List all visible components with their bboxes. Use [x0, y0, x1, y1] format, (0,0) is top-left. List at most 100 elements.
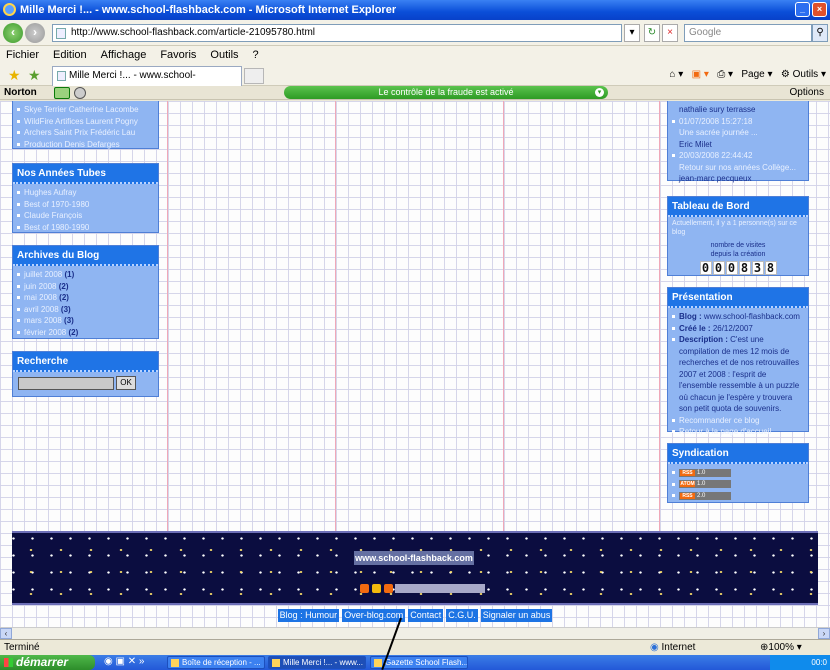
menu-help[interactable]: ? [253, 46, 259, 64]
window-title: Mille Merci !... - www.school-flashback.… [20, 4, 397, 16]
scroll-right-arrow-icon[interactable]: › [818, 628, 830, 639]
close-button[interactable]: × [812, 2, 827, 17]
left-link[interactable]: Skye Terrier Catherine Lacombe [16, 104, 155, 116]
address-field[interactable]: http://www.school-flashback.com/article-… [52, 24, 622, 42]
window-titlebar: Mille Merci !... - www.school-flashback.… [0, 0, 830, 20]
archive-item[interactable]: février 2008 (2) [16, 327, 155, 339]
footer-link-category[interactable]: Blog : Humour [277, 609, 340, 622]
archive-item[interactable]: juin 2008 (2) [16, 281, 155, 293]
page-menu[interactable]: Page ▾ [741, 69, 772, 80]
footer-link-overblog[interactable]: Over-blog.com [342, 609, 406, 622]
refresh-icon[interactable]: ↻ [644, 24, 660, 42]
archive-month: avril 2008 [24, 304, 59, 314]
tubes-link[interactable]: Best of 1970-1980 [16, 199, 155, 211]
dropdown-arrow-icon[interactable]: ▾ [624, 24, 640, 42]
site-banner: www.school-flashback.com [12, 531, 818, 605]
bookmark-icon[interactable] [372, 584, 381, 593]
presentation-title: Présentation [668, 288, 808, 308]
taskbar-item-label: Boîte de réception - ... [182, 658, 261, 667]
search-icon[interactable]: ⚲ [812, 24, 828, 42]
menu-fichier[interactable]: Fichier [6, 46, 39, 64]
start-button[interactable]: démarrer [0, 655, 95, 670]
mail-icon [171, 659, 179, 667]
feed-badge[interactable]: RSS 2.0 [679, 491, 731, 500]
feed-badge[interactable]: ATOM 1.0 [679, 480, 731, 489]
add-favorite-icon[interactable]: ★ [28, 67, 41, 84]
fraud-label: Le contrôle de la fraude est activé [378, 87, 514, 97]
tab-active[interactable]: Mille Merci !... - www.school-flashback.… [52, 66, 242, 99]
tubes-link[interactable]: Hughes Aufray [16, 187, 155, 199]
forward-arrow-icon[interactable]: › [25, 23, 45, 43]
menu-affichage[interactable]: Affichage [101, 46, 147, 64]
menu-edition[interactable]: Edition [53, 46, 87, 64]
search-input[interactable]: Google [684, 24, 812, 42]
blog-url[interactable]: www.school-flashback.com [704, 312, 800, 321]
comment-date: 20/03/2008 22:44:42 [671, 150, 805, 162]
tubes-link[interactable]: Claude François [16, 210, 155, 222]
menu-favoris[interactable]: Favoris [160, 46, 196, 64]
tools-menu[interactable]: ⚙ Outils ▾ [781, 69, 826, 80]
left-link[interactable]: WildFire Artifices Laurent Pogny [16, 116, 155, 128]
recommend-link[interactable]: Recommander ce blog [671, 415, 805, 427]
search-title: Recherche [13, 352, 158, 372]
chevron-down-icon[interactable]: ▾ [595, 88, 604, 97]
archive-item[interactable]: juillet 2008 (1) [16, 269, 155, 281]
address-url: http://www.school-flashback.com/article-… [71, 27, 316, 38]
zone-label: Internet [661, 642, 696, 653]
search-box: Recherche OK [12, 351, 159, 397]
security-zone: ◉ Internet [650, 640, 695, 655]
scroll-left-arrow-icon[interactable]: ‹ [0, 628, 12, 639]
ie-icon [272, 659, 280, 667]
share-icon[interactable] [384, 584, 393, 593]
feeds-icon[interactable]: ▣ ▾ [692, 69, 709, 80]
address-toolbar: ‹ › http://www.school-flashback.com/arti… [0, 20, 830, 46]
feed-badge[interactable]: RSS 1.0 [679, 468, 731, 477]
horizontal-scrollbar[interactable]: ‹ › [0, 627, 830, 639]
favorites-star-icon[interactable]: ★ [8, 67, 21, 84]
windows-flag-icon [4, 658, 13, 667]
footer-link-cgu[interactable]: C.G.U. [446, 609, 478, 622]
archive-count: (1) [64, 270, 75, 279]
stop-icon[interactable]: × [662, 24, 678, 42]
archive-item[interactable]: mai 2008 (2) [16, 292, 155, 304]
feed-rss2[interactable]: RSS 2.0 [671, 490, 805, 502]
feed-rss1[interactable]: RSS 1.0 [671, 467, 805, 479]
feed-atom[interactable]: ATOM 1.0 [671, 479, 805, 491]
back-arrow-icon[interactable]: ‹ [3, 23, 23, 43]
tubes-link[interactable]: Best of 1980-1990 [16, 222, 155, 234]
zoom-control[interactable]: ⊕100% ▾ [760, 640, 802, 655]
archive-item[interactable]: avril 2008 (3) [16, 304, 155, 316]
minimize-button[interactable]: _ [795, 2, 810, 17]
taskbar-item-inbox[interactable]: Boîte de réception - ... [167, 656, 265, 669]
quicklaunch-icons[interactable]: ◉ ▣ ✕ » [104, 656, 144, 667]
archive-item[interactable]: mars 2008 (3) [16, 315, 155, 327]
menu-outils[interactable]: Outils [210, 46, 238, 64]
tab-bar: ★ ★ Mille Merci !... - www.school-flashb… [0, 64, 830, 99]
rss-icon[interactable] [360, 584, 369, 593]
blog-search-input[interactable] [18, 377, 114, 390]
taskbar-item-ie[interactable]: Mille Merci !... - www... [268, 656, 366, 669]
footer-link-report[interactable]: Signaler un abus [480, 609, 553, 622]
feed-version: 2.0 [697, 492, 706, 499]
banner-link-bar[interactable] [395, 584, 485, 593]
zoom-level: 100% [768, 642, 794, 653]
comment-title[interactable]: Retour sur nos années Collège... [671, 162, 805, 174]
feed-tag: RSS [680, 469, 695, 476]
print-icon[interactable]: ⎙ ▾ [717, 69, 733, 80]
home-icon[interactable]: ⌂ ▾ [669, 69, 683, 80]
globe-icon[interactable] [74, 87, 86, 99]
left-link[interactable]: Production Denis Defarges [16, 139, 155, 151]
new-tab-button[interactable] [244, 68, 264, 84]
globe-icon: ◉ [650, 642, 659, 653]
footer-link-contact[interactable]: Contact [408, 609, 444, 622]
norton-options[interactable]: Options [790, 86, 824, 100]
counter-digit: 0 [699, 261, 712, 275]
home-link[interactable]: Retour à la page d'accueil [671, 426, 805, 438]
tableau-title: Tableau de Bord [668, 197, 808, 217]
left-link[interactable]: Archers Saint Prix Frédéric Lau [16, 127, 155, 139]
banner-title[interactable]: www.school-flashback.com [354, 551, 474, 565]
comment-title[interactable]: Une sacrée journée ... [671, 127, 805, 139]
norton-safe-icon[interactable] [54, 87, 70, 99]
fraud-control-bar[interactable]: Le contrôle de la fraude est activé ▾ [284, 86, 608, 99]
search-ok-button[interactable]: OK [116, 376, 136, 390]
